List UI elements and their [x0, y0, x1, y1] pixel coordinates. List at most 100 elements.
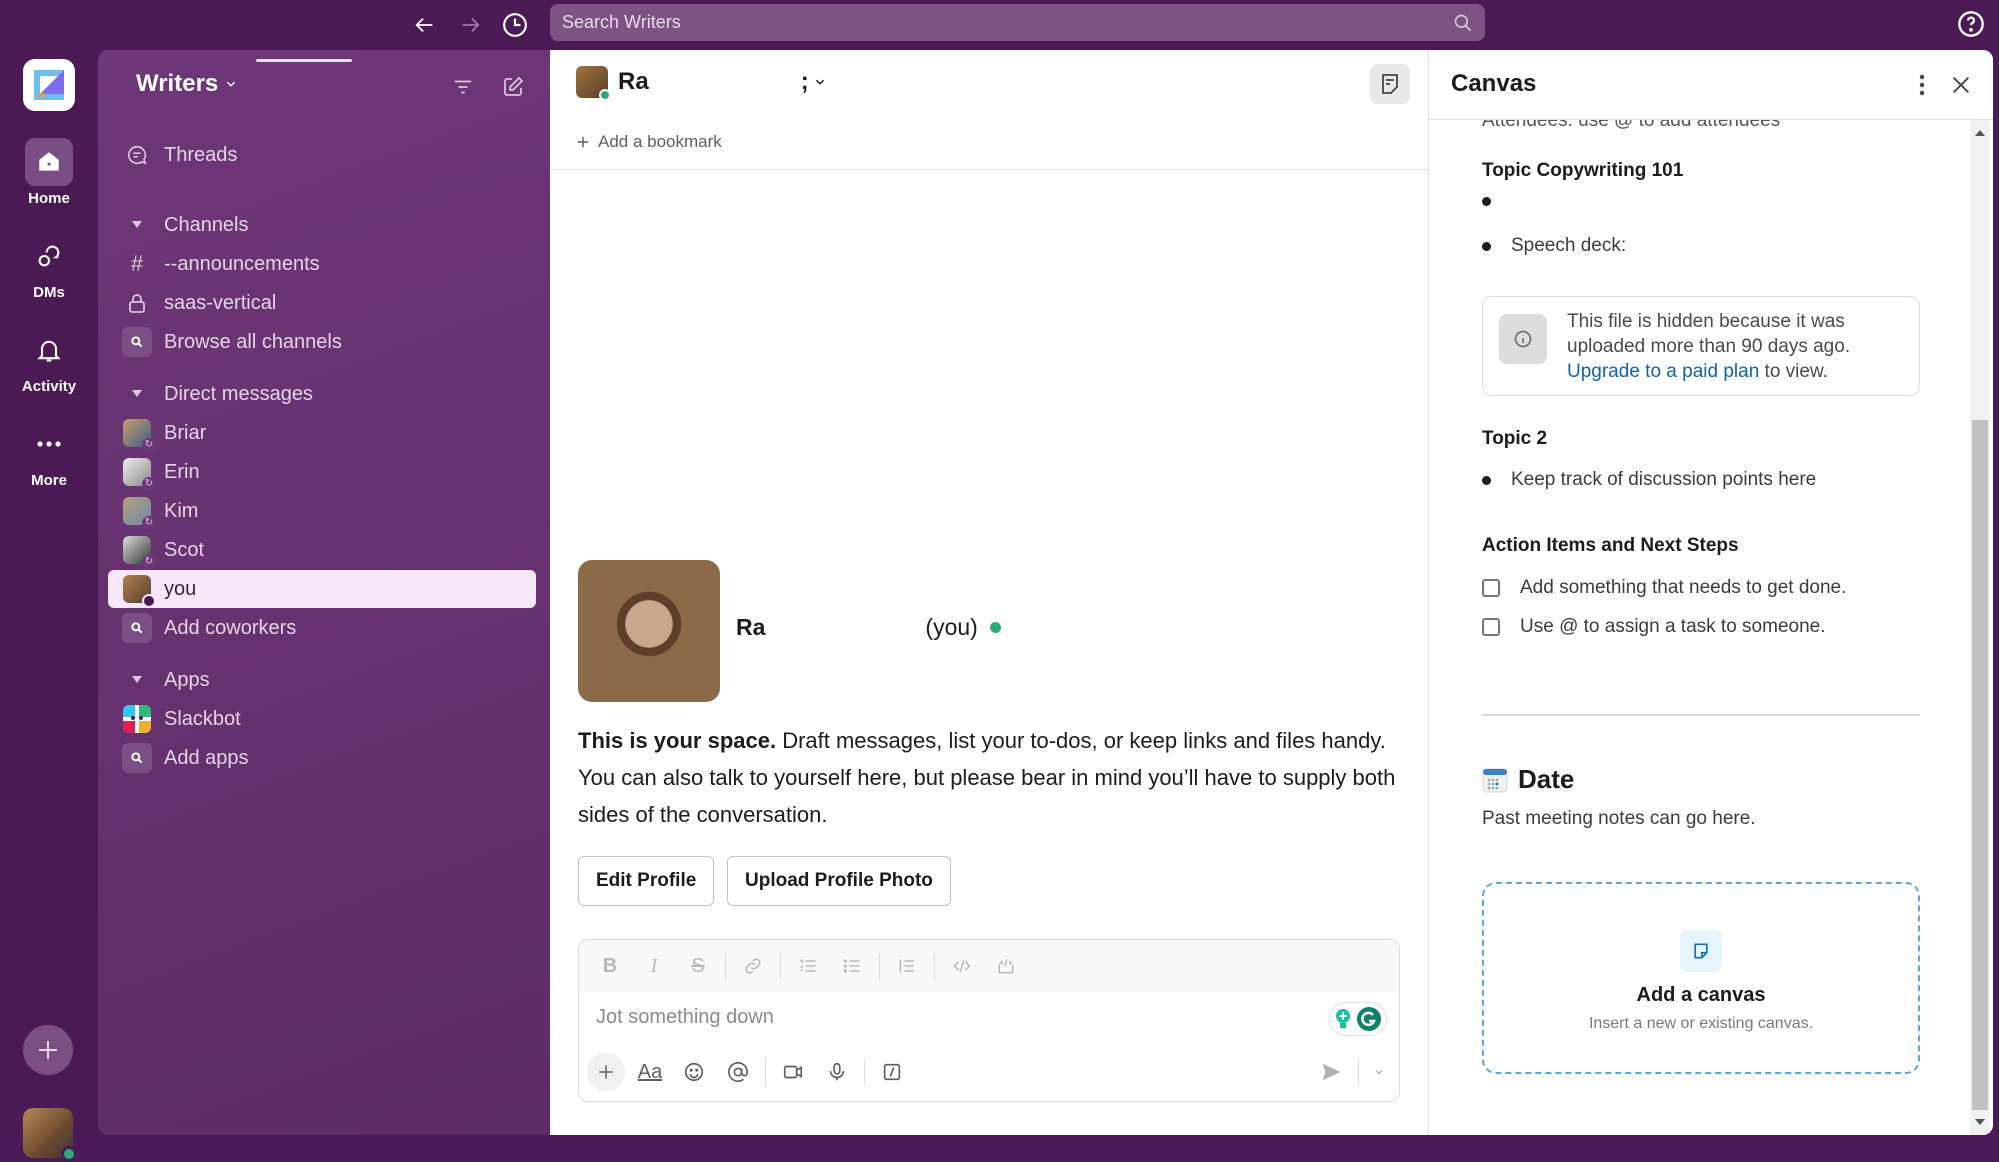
away-status-icon: ↻ — [142, 516, 156, 530]
task-item: Add something that needs to get done. — [1472, 577, 1846, 599]
shortcuts-button[interactable] — [873, 1053, 911, 1091]
hidden-file-line1: This file is hidden because it was — [1567, 311, 1845, 332]
attach-button[interactable] — [587, 1053, 625, 1091]
add-workspace-button[interactable] — [23, 1025, 73, 1075]
mention-button[interactable] — [719, 1053, 757, 1091]
workspace-logo[interactable] — [23, 59, 75, 111]
section-label: Apps — [164, 668, 210, 691]
back-button[interactable] — [410, 10, 440, 40]
sidebar-item-dm[interactable]: ↻ Scot — [108, 531, 536, 569]
top-bar: Search Writers — [0, 0, 1999, 50]
formatting-toggle-button[interactable]: Aa — [631, 1053, 669, 1091]
profile-photo[interactable] — [578, 560, 720, 702]
sidebar-item-channel[interactable]: saas-vertical — [108, 284, 536, 322]
slash-command-icon — [883, 1063, 901, 1081]
rail-activity-label: Activity — [21, 378, 77, 395]
message-input[interactable]: Jot something down — [596, 1006, 774, 1029]
caret-down-icon — [132, 390, 142, 397]
sidebar-item-channel[interactable]: # --announcements — [108, 245, 536, 283]
edit-profile-button[interactable]: Edit Profile — [578, 856, 715, 906]
drag-handle[interactable] — [256, 59, 352, 62]
sidebar-item-dm-self[interactable]: you — [108, 570, 536, 608]
section-channels[interactable]: Channels — [108, 206, 536, 244]
canvas-icon — [1694, 943, 1708, 959]
send-button[interactable] — [1312, 1053, 1350, 1091]
send-options-button[interactable] — [1367, 1053, 1391, 1091]
code-button[interactable] — [943, 950, 981, 982]
workspace-name: Writers — [136, 70, 219, 97]
canvas-more-button[interactable] — [1905, 68, 1939, 102]
upgrade-link[interactable]: Upgrade to a paid plan — [1567, 361, 1759, 382]
rail-home[interactable]: Home — [0, 138, 98, 207]
sidebar-item-threads[interactable]: Threads — [108, 136, 536, 174]
sidebar-item-dm[interactable]: ↻ Erin — [108, 453, 536, 491]
user-avatar[interactable] — [23, 1108, 77, 1162]
scroll-down-arrow[interactable] — [1975, 1119, 1985, 1125]
add-bookmark-button[interactable]: Add a bookmark — [576, 132, 722, 152]
add-canvas-button[interactable]: Add a canvas Insert a new or existing ca… — [1482, 882, 1920, 1074]
online-status-dot — [989, 622, 1001, 633]
workspace-menu[interactable]: Writers — [136, 70, 238, 98]
task-checkbox[interactable] — [1482, 618, 1500, 636]
sidebar-item-label: Add apps — [164, 746, 249, 769]
rail-dms[interactable]: DMs — [0, 232, 98, 301]
bullet-list-button[interactable] — [833, 950, 871, 982]
audio-button[interactable] — [818, 1053, 856, 1091]
canvas-content[interactable]: Attendees: use @ to add attendees Topic … — [1429, 110, 1974, 1135]
divider — [1482, 714, 1920, 716]
ordered-list-button[interactable] — [789, 950, 827, 982]
section-direct-messages[interactable]: Direct messages — [108, 375, 536, 413]
avatar: ↻ — [123, 536, 156, 569]
canvas-close-button[interactable] — [1944, 68, 1978, 102]
compose-button[interactable] — [498, 72, 528, 102]
add-apps[interactable]: Add apps — [108, 739, 536, 777]
intro-bold: This is your space. — [578, 728, 777, 753]
forward-button[interactable] — [455, 10, 485, 40]
sidebar-item-label: Threads — [164, 143, 238, 166]
bullet-item: Speech deck: — [1472, 235, 1626, 257]
blockquote-icon — [899, 959, 914, 973]
arrow-left-icon — [415, 17, 433, 33]
task-checkbox[interactable] — [1482, 579, 1500, 597]
emoji-button[interactable] — [675, 1053, 713, 1091]
strikethrough-button[interactable]: S — [679, 950, 717, 982]
blockquote-button[interactable] — [888, 950, 926, 982]
scroll-thumb[interactable] — [1972, 420, 1988, 1110]
link-button[interactable] — [734, 950, 772, 982]
rail-dms-label: DMs — [33, 284, 65, 301]
grammarly-widget[interactable] — [1329, 1002, 1387, 1036]
upload-photo-button[interactable]: Upload Profile Photo — [727, 856, 951, 906]
italic-button[interactable]: I — [635, 950, 673, 982]
away-status-icon: ↻ — [142, 438, 156, 452]
channel-title-button[interactable]: Ra ; — [576, 66, 827, 101]
grammarly-icon — [1357, 1007, 1381, 1031]
video-button[interactable] — [774, 1053, 812, 1091]
canvas-toggle-button[interactable] — [1370, 64, 1410, 104]
history-button[interactable] — [500, 10, 530, 40]
bullet-item — [1472, 197, 1511, 206]
filter-button[interactable] — [448, 72, 478, 102]
sidebar-item-dm[interactable]: ↻ Kim — [108, 492, 536, 530]
date-title: Date — [1518, 764, 1575, 794]
avatar: ↻ — [123, 419, 156, 452]
sidebar-item-label: Briar — [164, 421, 207, 444]
sidebar-item-app[interactable]: Slackbot — [108, 700, 536, 738]
rail-activity[interactable]: Activity — [0, 326, 98, 395]
section-apps[interactable]: Apps — [108, 661, 536, 699]
away-status-icon: ↻ — [142, 555, 156, 569]
sidebar-item-dm[interactable]: ↻ Briar — [108, 414, 536, 452]
code-block-button[interactable] — [987, 950, 1025, 982]
browse-channels[interactable]: Browse all channels — [108, 323, 536, 361]
clock-icon — [503, 13, 527, 37]
bold-button[interactable]: B — [591, 950, 629, 982]
avatar: ↻ — [123, 497, 156, 530]
plus-icon — [577, 136, 589, 148]
search-input[interactable]: Search Writers — [550, 4, 1485, 41]
rail-more[interactable]: More — [0, 420, 98, 489]
message-composer: B I S Jot something down Aa — [578, 939, 1400, 1102]
section-label: Channels — [164, 213, 249, 236]
add-coworkers[interactable]: Add coworkers — [108, 609, 536, 647]
scroll-up-arrow[interactable] — [1975, 130, 1985, 136]
canvas-scrollbar[interactable] — [1970, 120, 1990, 1135]
help-button[interactable] — [1957, 10, 1985, 38]
